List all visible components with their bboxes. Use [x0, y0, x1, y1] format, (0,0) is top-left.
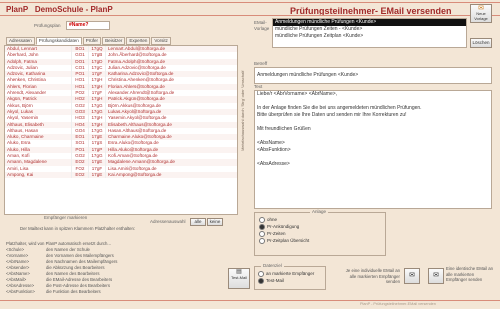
radio-icon[interactable]	[259, 230, 265, 237]
body-line	[255, 119, 491, 126]
placeholder-desc: den Nachnamen des Mailempfängers	[46, 259, 118, 264]
placeholder-key: <AbsFunktion>	[6, 289, 35, 294]
recipient-table: Abdul, Lennart BO1 17gQ Lennart.Abdul@Softo…	[4, 45, 238, 215]
attachment-options: ohne Pr-Ankündigung Pr-Zeiten Pr-Zeitplan Ü…	[259, 216, 309, 244]
placeholder-desc: den Vornamen des Mailempfängers	[46, 253, 114, 258]
radio-icon[interactable]	[259, 223, 265, 230]
tab-bar: Adressaten Prüfungskandidaten Prüfer Beisit…	[6, 37, 172, 45]
send-individual-button[interactable]: ✉	[404, 268, 420, 284]
attachment-frame: Anlage ohne Pr-Ankündigung Pr-Zeiten Pr-Zei…	[254, 209, 386, 256]
body-line: <AbsFunktion>	[257, 147, 291, 153]
tab-beisitzer[interactable]: Beisitzer	[102, 37, 126, 45]
output-options: an markierte Empfänger Test-Mail	[258, 270, 314, 284]
school-name: DemoSchule - PlanP	[34, 5, 113, 14]
name-cell: Ampong, Kai	[5, 171, 72, 179]
body-line	[255, 133, 491, 140]
send-common-label: Eine identische EMail an alle markierten…	[446, 266, 494, 282]
mark-recipients-label: Empfänger markieren	[44, 215, 88, 220]
radio-icon[interactable]	[259, 237, 265, 244]
table-row[interactable]: Ampong, Kai EO2 17gE Kai.Ampong@Softorga.de	[5, 171, 237, 179]
placeholder-desc: die EMail-Adresse des Bearbeiters	[46, 277, 113, 282]
body-line	[255, 154, 491, 161]
template-item[interactable]: Anmeldungen mündliche Prüfungen <Kunde>	[273, 19, 466, 26]
select-all-button[interactable]: alle	[190, 218, 206, 226]
body-line: Bitte überprüfen sie Ihre Daten und send…	[257, 112, 407, 118]
exam-plan-label: Prüfungsplan	[34, 23, 61, 28]
group-cell: EO2	[72, 171, 89, 179]
tab-adressaten[interactable]: Adressaten	[6, 37, 35, 45]
body-label: Text	[254, 84, 263, 89]
attachment-option-label: Pr-Ankündigung	[267, 224, 300, 229]
placeholder-desc: die Abkürzung des Bearbeiters	[46, 265, 105, 270]
output-option-label: an markierte Empfänger	[266, 271, 315, 276]
output-option[interactable]: an markierte Empfänger	[258, 270, 314, 277]
body-line: <AbsName>	[257, 140, 285, 146]
class-cell: 17gE	[89, 171, 106, 179]
output-frame: Datenziel an markierte Empfänger Test-Mai…	[254, 263, 326, 290]
placeholder-desc: den Namen der Schule	[46, 247, 90, 252]
tab-experten[interactable]: Experten	[126, 37, 151, 45]
app-title: PlanP DemoSchule - PlanP	[6, 5, 113, 14]
subject-value: Anmeldungen mündliche Prüfungen <Kunde>	[257, 72, 359, 78]
template-label: EMail- Vorlage	[254, 20, 269, 32]
new-template-button[interactable]: ✉ Neue Vorlage	[470, 4, 492, 23]
template-item[interactable]: mündliche Prüfungen Zeitplan <Kunde>	[273, 33, 466, 40]
email-cell: Kai.Ampong@Softorga.de	[108, 171, 162, 177]
tab-vorsitz[interactable]: Vorsitz	[151, 37, 171, 45]
attachment-option[interactable]: ohne	[259, 216, 309, 223]
brand: PlanP	[6, 5, 29, 14]
placeholder-item: <AbsFunktion> die Funktion des Bearbeiter…	[6, 289, 117, 295]
send-common-icon: ✉	[433, 272, 439, 279]
attachment-option[interactable]: Pr-Zeitplan Übersicht	[259, 237, 309, 244]
radio-icon[interactable]	[259, 216, 265, 223]
template-label-line2: Vorlage	[254, 26, 270, 31]
placeholder-list: <Schule> den Namen der Schule <Vorname> den…	[6, 247, 117, 295]
placeholder-desc: die Post-Adresse des Bearbeiters	[46, 283, 111, 288]
attachment-label: Anlage	[310, 209, 329, 214]
delete-template-button[interactable]: Löschen	[470, 38, 492, 48]
radio-icon[interactable]	[258, 270, 264, 277]
body-textarea[interactable]: Liebe/r <AbrVorname> <AbrName>, In der An…	[254, 90, 492, 209]
send-individual-label: Je eine individuelle EMail an alle marki…	[345, 268, 400, 284]
subject-input[interactable]: Anmeldungen mündliche Prüfungen <Kunde>	[254, 67, 492, 84]
template-list: Anmeldungen mündliche Prüfungen <Kunde> m…	[272, 18, 467, 48]
exam-plan-select[interactable]: #Name?	[66, 21, 110, 30]
body-line	[255, 98, 491, 105]
subject-label: Betreff	[254, 61, 268, 66]
address-selection-label: Adressenauswahl	[150, 219, 186, 224]
placeholder-intro: Der Mailtext kann in spitzen Klammern Pl…	[20, 226, 136, 231]
placeholder-desc: die Funktion des Bearbeiters	[46, 289, 101, 294]
output-option-label: Test-Mail	[266, 278, 285, 283]
attachment-option-label: Pr-Zeiten	[267, 231, 286, 236]
select-none-button[interactable]: keine	[207, 218, 223, 226]
body-line: <AbsAdresse>	[257, 161, 290, 167]
new-template-label: Neue Vorlage	[474, 11, 488, 21]
output-label: Datenziel	[261, 263, 284, 268]
radio-icon[interactable]	[258, 277, 264, 284]
attachment-option[interactable]: Pr-Zeiten	[259, 230, 309, 237]
test-mail-button[interactable]: ▤ Test-Mail	[228, 268, 250, 289]
template-item[interactable]: mündliche Prüfungen Zeiten - <Kunde>	[273, 26, 466, 33]
body-line: In der Anlage finden Sie die bei uns ang…	[257, 105, 422, 111]
placeholder-desc: den Namen des Bearbeiters	[46, 271, 100, 276]
test-mail-label: Test-Mail	[230, 275, 247, 280]
body-line: Mit freundlichen Grüßen	[257, 126, 311, 132]
tab-prüfungskandidaten[interactable]: Prüfungskandidaten	[35, 37, 82, 45]
attachment-option-label: Pr-Zeitplan Übersicht	[267, 238, 310, 243]
body-line: Liebe/r <AbrVorname> <AbrName>,	[257, 91, 338, 97]
multiselect-hint: Mehrfachauswahl durch 'Strg' oder 'Umsch…	[240, 70, 245, 151]
tab-prüfer[interactable]: Prüfer	[82, 37, 102, 45]
send-individual-icon: ✉	[409, 272, 415, 279]
footer: PlanP - Prüfungsteilnehmer-EMail versend…	[360, 302, 436, 306]
attachment-option-label: ohne	[267, 217, 278, 222]
attachment-option[interactable]: Pr-Ankündigung	[259, 223, 309, 230]
send-common-button[interactable]: ✉	[428, 268, 444, 284]
output-option[interactable]: Test-Mail	[258, 277, 314, 284]
